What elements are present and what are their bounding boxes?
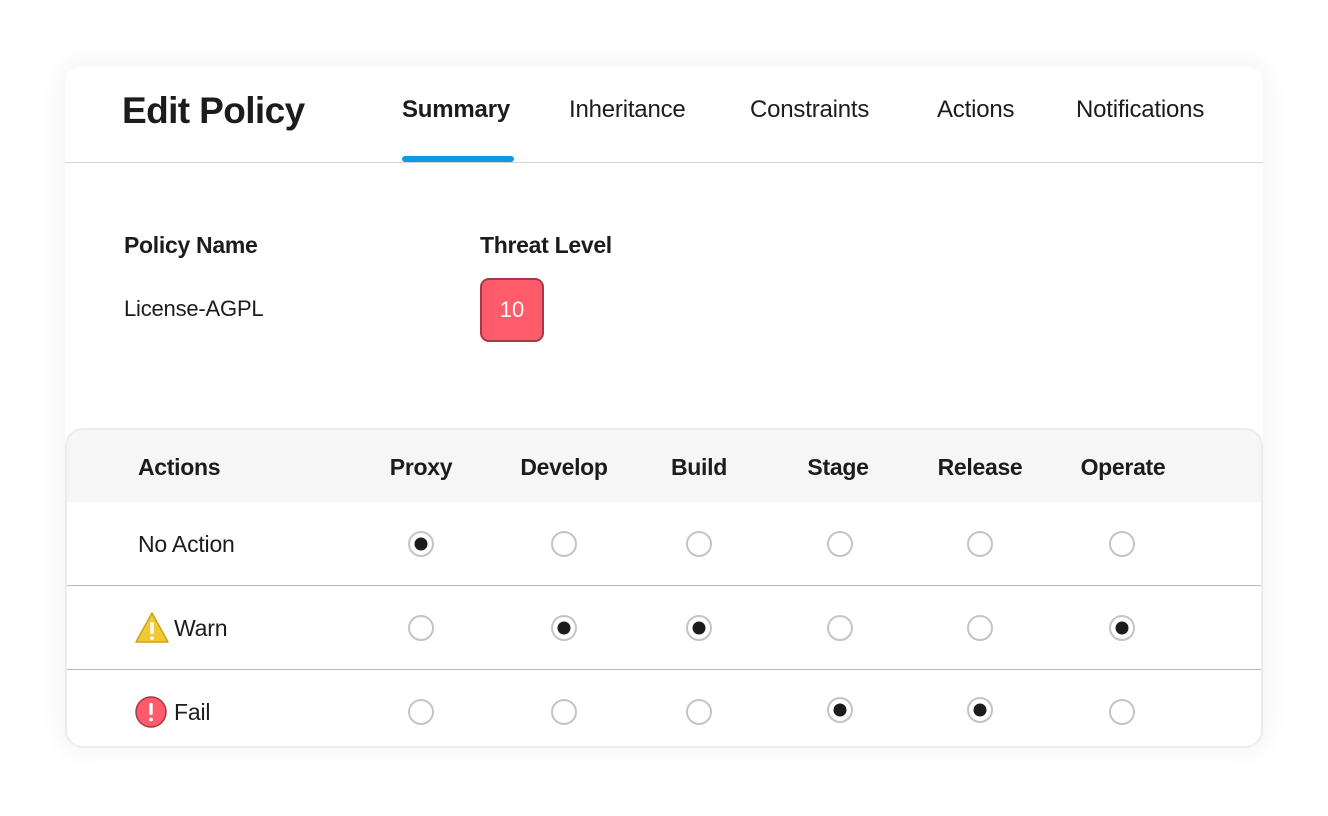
column-header-stage: Stage: [807, 454, 869, 480]
column-header-actions: Actions: [138, 454, 221, 480]
radio-fail-build[interactable]: [686, 699, 712, 725]
edit-policy-card: Edit Policy Summary Inheritance Constrai…: [65, 66, 1263, 748]
tab-actions[interactable]: Actions: [937, 96, 1015, 124]
policy-name-value: License-AGPL: [124, 296, 264, 321]
column-header-develop: Develop: [520, 454, 608, 480]
row-label: Warn: [134, 586, 228, 670]
radio-no-action-release[interactable]: [967, 531, 993, 557]
tab-inheritance[interactable]: Inheritance: [569, 96, 686, 124]
table-row-no-action: No Action: [67, 502, 1261, 586]
column-header-build: Build: [671, 454, 727, 480]
radio-no-action-operate[interactable]: [1109, 531, 1135, 557]
tab-notifications[interactable]: Notifications: [1076, 96, 1204, 124]
actions-table-header: Actions Proxy Develop Build Stage Releas…: [67, 430, 1261, 502]
radio-fail-develop[interactable]: [551, 699, 577, 725]
row-label: Fail: [134, 670, 211, 746]
radio-no-action-proxy[interactable]: [408, 531, 434, 557]
page: Edit Policy Summary Inheritance Constrai…: [0, 0, 1328, 816]
column-header-proxy: Proxy: [389, 454, 453, 480]
active-tab-indicator: [402, 156, 514, 162]
tab-constraints[interactable]: Constraints: [750, 96, 869, 124]
radio-fail-operate[interactable]: [1109, 699, 1135, 725]
radio-fail-proxy[interactable]: [408, 699, 434, 725]
threat-level-label: Threat Level: [480, 232, 612, 258]
threat-level-badge: 10: [480, 278, 544, 342]
radio-warn-operate[interactable]: [1109, 615, 1135, 641]
table-row-fail: Fail: [67, 670, 1261, 746]
policy-name-label: Policy Name: [124, 232, 258, 258]
header: Edit Policy Summary Inheritance Constrai…: [65, 66, 1263, 163]
row-label-text: Fail: [174, 698, 211, 725]
radio-warn-stage[interactable]: [827, 615, 853, 641]
radio-warn-build[interactable]: [686, 615, 712, 641]
table-row-warn: Warn: [67, 586, 1261, 670]
row-label-text: No Action: [138, 530, 235, 557]
radio-warn-release[interactable]: [967, 615, 993, 641]
actions-table: Actions Proxy Develop Build Stage Releas…: [65, 428, 1263, 748]
radio-fail-stage[interactable]: [827, 697, 853, 723]
radio-no-action-build[interactable]: [686, 531, 712, 557]
row-label: No Action: [138, 502, 235, 586]
warning-triangle-icon: [134, 611, 169, 645]
radio-warn-develop[interactable]: [551, 615, 577, 641]
page-title: Edit Policy: [122, 90, 305, 131]
row-label-text: Warn: [174, 614, 228, 641]
radio-no-action-develop[interactable]: [551, 531, 577, 557]
column-header-release: Release: [937, 454, 1023, 480]
radio-fail-release[interactable]: [967, 697, 993, 723]
radio-warn-proxy[interactable]: [408, 615, 434, 641]
column-header-operate: Operate: [1080, 454, 1166, 480]
error-circle-icon: [134, 695, 168, 729]
tab-summary[interactable]: Summary: [402, 96, 510, 124]
radio-no-action-stage[interactable]: [827, 531, 853, 557]
